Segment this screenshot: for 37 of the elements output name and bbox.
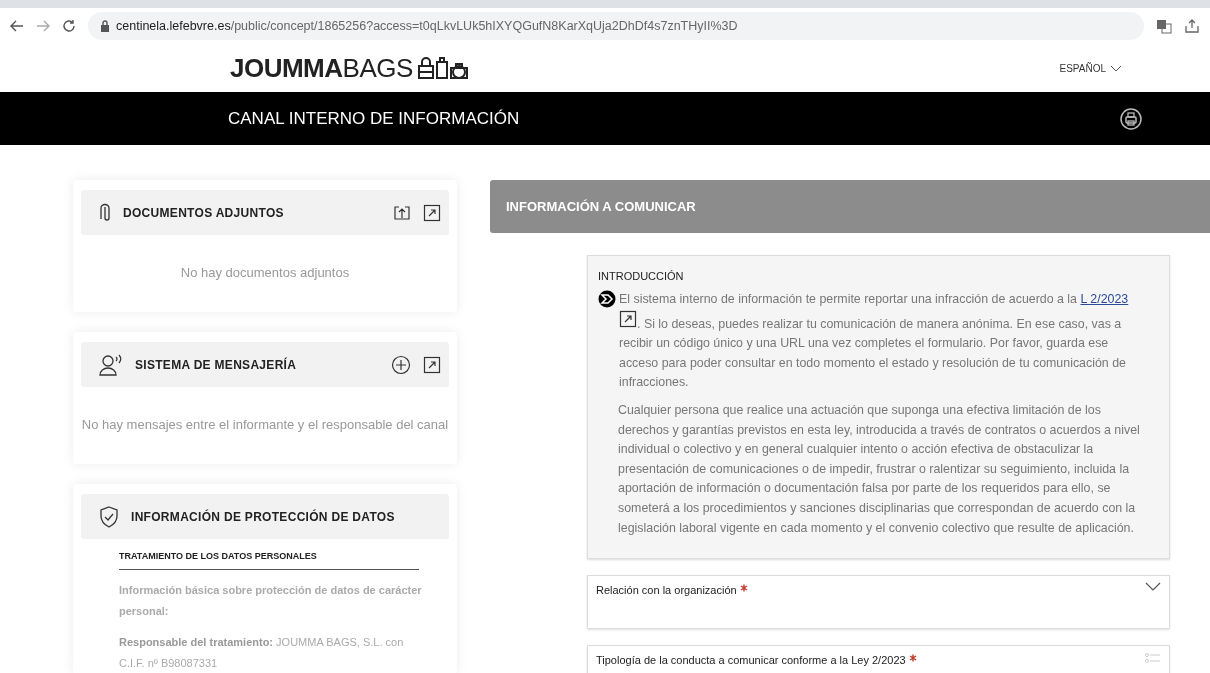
privacy-text: Responsable del tratamiento: JOUMMA BAGS, S.L. con C.I.F. nº B98087331 <box>119 635 405 671</box>
intro-paragraph: Cualquier persona que realice una actuación que suponga una efectiva limitación de los derechos y garantías previstos en esta ley, introducida a través de contratos o acuerdos a nivel individual o colectivo y en general cualquier intento o acción efectiva de obstaculizar la presentación de comunicaciones o de impedir, frustrar o ralentizar su seguimiento, incluida la aportación de información o documentación falsa por parte de los requeridos para ello, se someterá a los procedimientos y sanciones disciplinarias que correspondan de acuerdo con la legislación laboral vigente en cada momento y el convenio colectivo que resulte de aplicación. <box>618 401 1141 537</box>
law-link[interactable]: L 2/2023 <box>1080 292 1129 306</box>
expand-icon[interactable] <box>423 203 441 222</box>
paperclip-icon <box>99 202 111 223</box>
chevron-down-icon <box>1110 64 1122 72</box>
add-icon[interactable] <box>391 354 411 375</box>
upload-icon[interactable] <box>393 203 411 222</box>
page-title: CANAL INTERNO DE INFORMACIÓN <box>228 108 520 129</box>
privacy-text: Información básica sobre protección de datos de carácter personal: <box>119 583 423 619</box>
back-icon[interactable] <box>10 20 24 32</box>
address-bar[interactable]: centinela.lefebvre.es/public/concept/1865256?access=t0qLkvLUk5hIXYQGufN8KarXqUja2DhDf4s7znTHyII%3D <box>88 12 1144 40</box>
card-title: SISTEMA DE MENSAJERÍA <box>135 357 298 372</box>
dropdown-field[interactable]: Relación con la organización <box>587 575 1170 630</box>
reload-icon[interactable] <box>62 19 76 33</box>
section-subtitle: TRATAMIENTO DE LOS DATOS PERSONALES <box>119 551 419 570</box>
intro-title: INTRODUCCIÓN <box>598 270 685 282</box>
lock-icon <box>100 20 110 32</box>
arrow-badge-icon <box>598 290 616 308</box>
language-selector[interactable]: ESPAÑOL <box>1059 62 1122 74</box>
translate-icon[interactable] <box>1156 18 1172 34</box>
section-header: INFORMACIÓN A COMUNICAR <box>490 180 1210 233</box>
card-title: DOCUMENTOS ADJUNTOS <box>123 205 285 220</box>
expand-icon[interactable] <box>423 355 441 374</box>
shield-check-icon <box>99 505 119 528</box>
empty-message: No hay documentos adjuntos <box>179 264 351 282</box>
list-icon <box>1145 652 1161 665</box>
multi-select-field[interactable]: Tipología de la conducta a comunicar conforme a la Ley 2/2023 <box>587 645 1170 673</box>
chevron-down-icon <box>1145 582 1161 593</box>
card-title: INFORMACIÓN DE PROTECCIÓN DE DATOS <box>131 509 396 524</box>
person-speaking-icon <box>99 353 123 376</box>
brand-logo[interactable]: JOUMMABAGS <box>230 52 469 84</box>
share-icon[interactable] <box>1184 18 1200 34</box>
print-icon[interactable] <box>1120 107 1142 130</box>
external-link-icon[interactable] <box>619 309 637 328</box>
empty-message: No hay mensajes entre el informante y el responsable del canal <box>81 416 449 434</box>
intro-paragraph: El sistema interno de información te permite reportar una infracción de acuerdo a la L 2/2023 . Si lo deseas, puedes realizar tu comunicación de manera anónima. En ese caso, vas a recibir un código único y una URL una vez completes el formulario. Por favor, guarda ese acceso para poder consultar en todo momento el estado y resolución de tu comunicación de infracciones. <box>619 291 1130 392</box>
